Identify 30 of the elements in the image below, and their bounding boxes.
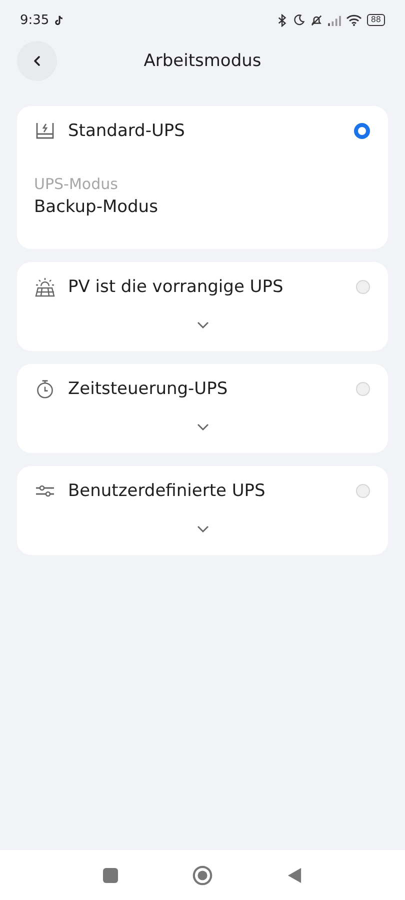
- wifi-icon: [346, 14, 362, 26]
- mode-card[interactable]: PV ist die vorrangige UPS: [17, 262, 388, 351]
- stopwatch-icon: [34, 379, 56, 399]
- chevron-left-icon: [31, 55, 43, 67]
- mode-label: Standard-UPS: [68, 121, 186, 141]
- chevron-down-icon[interactable]: [196, 525, 208, 533]
- mode-card[interactable]: Benutzerdefinierte UPS: [17, 466, 388, 555]
- moon-icon: [292, 14, 305, 26]
- battery-charge-icon: [34, 121, 56, 141]
- note-icon: [54, 14, 66, 26]
- back-icon[interactable]: [287, 866, 302, 884]
- solar-panel-icon: [34, 277, 56, 297]
- page-title: Arbeitsmodus: [142, 51, 262, 71]
- chevron-down-icon[interactable]: [196, 321, 208, 329]
- battery-indicator: 88: [366, 14, 385, 26]
- setting-value: Backup-Modus: [34, 197, 159, 217]
- home-icon[interactable]: [192, 864, 213, 886]
- bluetooth-icon: [276, 14, 288, 26]
- mode-label: Benutzerdefinierte UPS: [68, 481, 266, 501]
- recents-icon[interactable]: [103, 868, 118, 882]
- mode-label: PV ist die vorrangige UPS: [68, 277, 284, 297]
- mode-card[interactable]: Zeitsteuerung-UPS: [17, 364, 388, 453]
- signal-icon: [328, 14, 341, 26]
- status-time: 9:35: [20, 12, 50, 28]
- setting-label: UPS-Modus: [34, 175, 119, 193]
- mode-label: Zeitsteuerung-UPS: [68, 379, 229, 399]
- muted-bell-icon: [310, 14, 323, 26]
- chevron-down-icon[interactable]: [196, 423, 208, 431]
- mode-card[interactable]: Standard-UPS UPS-Modus Backup-Modus: [17, 106, 388, 249]
- radio-button[interactable]: [354, 123, 370, 139]
